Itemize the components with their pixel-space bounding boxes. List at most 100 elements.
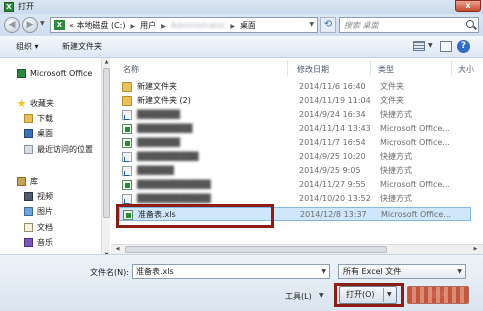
file-name: ████████████ (137, 180, 211, 189)
file-row[interactable]: 新建文件夹 (2) 2014/11/19 11:04 文件夹 (119, 94, 471, 108)
forward-button[interactable]: ▶ (22, 17, 38, 33)
folder-icon (122, 96, 132, 106)
preview-pane-icon[interactable] (440, 41, 452, 52)
column-divider[interactable] (287, 60, 288, 76)
toolbar: 组织 ▾ 新建文件夹 ▼ ? (0, 36, 483, 58)
sidebar-item-label: 视频 (37, 192, 53, 201)
filename-field[interactable]: 准备表.xls ▼ (132, 264, 330, 279)
chevron-down-icon[interactable]: ▼ (309, 21, 314, 28)
download-folder-icon (24, 114, 33, 123)
pictures-icon (24, 207, 33, 216)
file-row[interactable]: ████████████ 2014/11/27 9:55 Microsoft Off… (119, 178, 471, 192)
column-header-size[interactable]: 大小 (458, 64, 474, 75)
shortcut-icon (122, 152, 132, 162)
search-placeholder: 搜索 桌面 (344, 21, 379, 30)
scrollbar-thumb[interactable] (125, 246, 387, 253)
music-icon (24, 238, 33, 247)
column-divider[interactable] (370, 60, 371, 76)
close-button[interactable]: x (455, 0, 481, 12)
file-row[interactable]: ██████████ 2014/9/25 10:20 快捷方式 (119, 150, 471, 164)
search-icon[interactable] (466, 20, 474, 28)
column-divider[interactable] (451, 60, 452, 76)
navigation-pane: Microsoft Office 收藏夹 下载 桌面 最近访问的位置库视频 图片 文档 音乐 (0, 58, 110, 261)
chevron-down-icon[interactable]: ▼ (321, 265, 326, 278)
sidebar-item-label: 最近访问的位置 (37, 145, 93, 154)
file-row[interactable]: ███████ 2014/9/24 16:34 快捷方式 (119, 108, 471, 122)
highlight-frame (334, 283, 404, 307)
sidebar-item-label: 文档 (37, 223, 53, 232)
shortcut-icon (122, 110, 132, 120)
chevron-down-icon[interactable]: ▼ (319, 292, 324, 299)
navigation-scrollbar[interactable]: ▲ ▼ (101, 58, 110, 261)
change-view-icon[interactable] (413, 41, 425, 51)
file-list: 名称 修改日期 类型 大小 新建文件夹 2014/11/6 16:40 文件夹新建文… (111, 58, 483, 261)
recent-locations-dropdown[interactable]: ▼ (40, 20, 48, 30)
video-icon (24, 192, 33, 201)
breadcrumb-separator-icon[interactable]: ▶ (161, 23, 166, 30)
file-type: 快捷方式 (380, 152, 412, 161)
scrollbar-thumb[interactable] (103, 68, 110, 218)
shortcut-icon (122, 194, 132, 204)
column-header-name[interactable]: 名称 (123, 64, 139, 75)
file-date: 2014/9/24 16:34 (299, 110, 366, 119)
sidebar-item-label: 桌面 (37, 129, 53, 138)
search-input[interactable]: 搜索 桌面 (339, 17, 479, 33)
file-row[interactable]: ███████ 2014/11/7 16:54 Microsoft Office..… (119, 136, 471, 150)
address-bar[interactable]: X « 本地磁盘 (C:) ▶ 用户 ▶ Administrator ▶ 桌面 ▼ (50, 17, 318, 33)
file-date: 2014/10/20 13:52 (299, 194, 371, 203)
breadcrumb-item[interactable]: 桌面 (240, 21, 256, 30)
window-title: 打开 (18, 2, 34, 11)
scroll-right-icon[interactable]: ▶ (471, 245, 480, 254)
sidebar-item-label: 收藏夹 (30, 99, 54, 108)
cancel-button[interactable]: 取消 (407, 286, 469, 304)
recent-places-icon (24, 145, 33, 154)
file-name: ██████████ (137, 152, 199, 161)
back-button[interactable]: ◀ (4, 17, 20, 33)
organize-button[interactable]: 组织 ▾ (16, 41, 39, 53)
file-date: 2014/12/8 13:37 (300, 210, 367, 219)
filetype-select[interactable]: 所有 Excel 文件 ▼ (338, 264, 466, 279)
breadcrumb-item[interactable]: 用户 (140, 21, 156, 30)
file-name: ███████ (137, 138, 181, 147)
breadcrumb-separator-icon[interactable]: ▶ (230, 23, 235, 30)
file-date: 2014/11/19 11:04 (299, 96, 371, 105)
file-type: 快捷方式 (380, 194, 412, 203)
column-header-type[interactable]: 类型 (378, 64, 394, 75)
file-name: 新建文件夹 (2) (137, 96, 191, 105)
shortcut-icon (122, 166, 132, 176)
chevron-down-icon[interactable]: ▼ (457, 265, 462, 278)
file-type: 快捷方式 (380, 110, 412, 119)
new-folder-button[interactable]: 新建文件夹 (62, 41, 102, 53)
breadcrumb-separator-icon[interactable]: ▶ (131, 23, 136, 30)
excel-icon (17, 69, 26, 78)
breadcrumb-item[interactable]: « 本地磁盘 (C:) (69, 21, 126, 30)
desktop-icon (24, 129, 33, 138)
file-row[interactable]: █████████ 2014/11/14 13:43 Microsoft Offic… (119, 122, 471, 136)
sidebar-item-label: 下载 (37, 114, 53, 123)
scroll-left-icon[interactable]: ◀ (113, 245, 122, 254)
file-row[interactable]: 新建文件夹 2014/11/6 16:40 文件夹 (119, 80, 471, 94)
chevron-down-icon[interactable]: ▼ (428, 42, 433, 49)
sidebar-item-label: Microsoft Office (30, 69, 93, 78)
filename-label: 文件名(N): (90, 268, 129, 277)
column-header-date[interactable]: 修改日期 (297, 64, 329, 75)
file-type: 快捷方式 (380, 166, 412, 175)
sidebar-item-label: 音乐 (37, 238, 53, 247)
filename-value: 准备表.xls (136, 267, 174, 276)
file-type: Microsoft Office... (380, 138, 450, 147)
horizontal-scrollbar[interactable]: ◀ ▶ (111, 244, 483, 254)
scroll-up-icon[interactable]: ▲ (102, 58, 111, 67)
help-icon[interactable]: ? (457, 40, 470, 53)
breadcrumb-item[interactable]: Administrator (171, 21, 226, 30)
excel-file-icon (122, 124, 132, 134)
refresh-button[interactable]: ⟲ (320, 17, 336, 33)
file-date: 2014/9/25 9:05 (299, 166, 361, 175)
filetype-value: 所有 Excel 文件 (343, 267, 402, 276)
cancel-button-label: 取消 (430, 290, 446, 299)
library-icon (17, 177, 26, 186)
sidebar-item-label: 库 (30, 177, 38, 186)
file-date: 2014/9/25 10:20 (299, 152, 366, 161)
file-row[interactable]: ██████ 2014/9/25 9:05 快捷方式 (119, 164, 471, 178)
excel-icon: X (4, 2, 14, 12)
tools-menu-button[interactable]: 工具(L) (285, 291, 312, 302)
